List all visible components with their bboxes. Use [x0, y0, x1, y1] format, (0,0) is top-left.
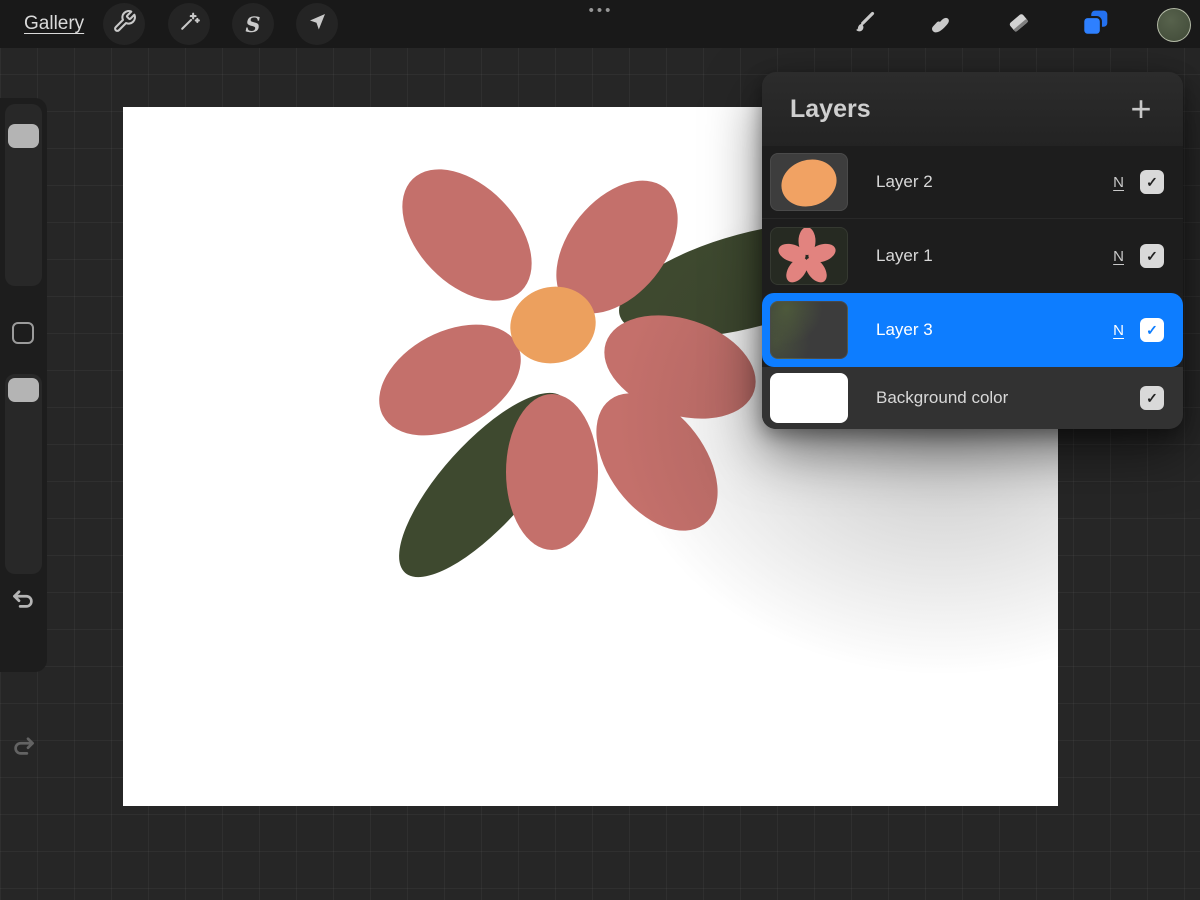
color-swatch — [1157, 8, 1191, 42]
transform-button[interactable] — [296, 3, 338, 45]
layer-thumbnail[interactable] — [770, 227, 848, 285]
smudge-button[interactable] — [922, 7, 958, 43]
blend-mode-button[interactable]: N — [1113, 248, 1124, 265]
layer-thumbnail[interactable] — [770, 153, 848, 211]
transform-arrow-icon — [305, 10, 329, 39]
undo-icon — [10, 599, 37, 616]
background-thumbnail[interactable] — [770, 373, 848, 423]
layer-thumbnail[interactable] — [770, 301, 848, 359]
layers-icon — [1080, 8, 1110, 43]
add-layer-button[interactable]: + — [1119, 72, 1163, 146]
top-toolbar: Gallery S ••• — [0, 0, 1200, 48]
layer-row-layer2[interactable]: Layer 2 N ✓ — [762, 146, 1183, 218]
modify-button[interactable] — [12, 322, 34, 344]
brush-button[interactable] — [845, 7, 881, 43]
panel-title: Layers — [790, 95, 871, 124]
opacity-handle[interactable] — [8, 378, 39, 402]
layers-panel: Layers + Layer 2 N ✓ — [762, 72, 1183, 429]
wrench-icon — [112, 9, 137, 39]
layer-name: Layer 3 — [876, 320, 933, 340]
layers-button[interactable] — [1077, 7, 1113, 43]
brush-sidebar — [0, 98, 47, 672]
layer-row-layer3-selected[interactable]: Layer 3 N ✓ — [762, 293, 1183, 367]
redo-icon — [10, 746, 37, 763]
gallery-link[interactable]: Gallery — [24, 0, 84, 48]
layer-name: Layer 2 — [876, 172, 933, 192]
plus-icon: + — [1130, 91, 1151, 127]
selection-button[interactable]: S — [232, 3, 274, 45]
visibility-checkbox[interactable]: ✓ — [1140, 386, 1164, 410]
adjustments-button[interactable] — [168, 3, 210, 45]
layer-name: Background color — [876, 388, 1008, 408]
layer-name: Layer 1 — [876, 246, 933, 266]
selection-s-icon: S — [245, 12, 260, 37]
blend-mode-button[interactable]: N — [1113, 174, 1124, 191]
eraser-icon — [1005, 9, 1032, 41]
smudge-icon — [927, 9, 954, 41]
visibility-checkbox[interactable]: ✓ — [1140, 318, 1164, 342]
background-color-row[interactable]: Background color ✓ — [762, 367, 1183, 429]
brush-size-handle[interactable] — [8, 124, 39, 148]
color-button[interactable] — [1156, 7, 1192, 43]
checkmark-icon: ✓ — [1146, 322, 1158, 339]
petal — [506, 394, 598, 550]
checkmark-icon: ✓ — [1146, 390, 1158, 407]
blend-mode-button[interactable]: N — [1113, 322, 1124, 339]
redo-button[interactable] — [10, 732, 37, 759]
magic-wand-icon — [177, 9, 202, 39]
undo-button[interactable] — [10, 585, 37, 612]
visibility-checkbox[interactable]: ✓ — [1140, 170, 1164, 194]
procreate-workspace: Gallery S ••• — [0, 0, 1200, 900]
eraser-button[interactable] — [1000, 7, 1036, 43]
brush-size-slider[interactable] — [5, 104, 42, 286]
canvas-menu-dots[interactable]: ••• — [576, 2, 626, 19]
brush-icon — [850, 9, 877, 41]
checkmark-icon: ✓ — [1146, 174, 1158, 191]
actions-button[interactable] — [103, 3, 145, 45]
checkmark-icon: ✓ — [1146, 248, 1158, 265]
visibility-checkbox[interactable]: ✓ — [1140, 244, 1164, 268]
layers-panel-header: Layers + — [762, 72, 1183, 146]
opacity-slider[interactable] — [5, 374, 42, 574]
layer-row-layer1[interactable]: Layer 1 N ✓ — [762, 218, 1183, 293]
